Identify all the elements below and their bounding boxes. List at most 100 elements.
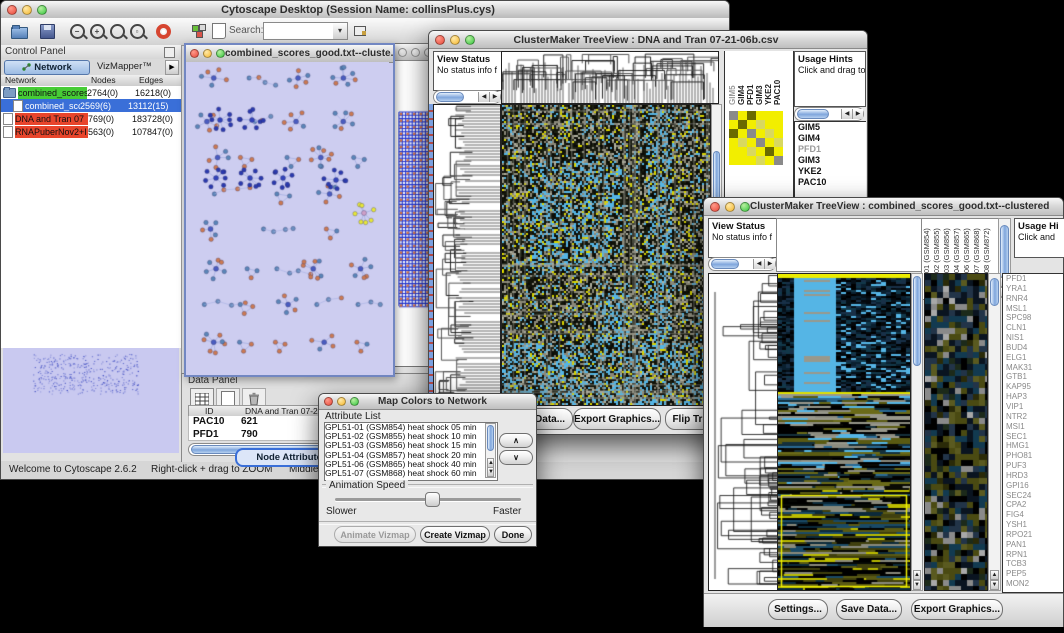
matrix-cell[interactable] [756, 156, 765, 165]
tv1-row-dendrogram[interactable] [433, 104, 501, 406]
matrix-cell[interactable] [756, 111, 765, 120]
matrix-cell[interactable] [747, 138, 756, 147]
gene-column-label[interactable]: GIM4 [737, 57, 746, 105]
matrix-cell[interactable] [756, 129, 765, 138]
tv2-heatmap-canvas[interactable] [777, 273, 911, 591]
search-dropdown-arrow[interactable]: ▾ [333, 22, 348, 40]
table-edit-icon[interactable] [351, 21, 371, 41]
scroll-left-arrow[interactable]: ◀ [478, 92, 489, 102]
gene-label[interactable]: SEC24 [1003, 491, 1063, 501]
network-row-combined-sco-selected[interactable]: combined_sco 2569(6) 13112(15) [1, 99, 181, 112]
tab-overflow-button[interactable]: ▶ [165, 60, 179, 75]
scrollbar-thumb[interactable] [990, 278, 999, 306]
close-button[interactable] [435, 35, 445, 45]
gene-column-label[interactable]: GIM3 [755, 57, 764, 105]
minimize-button[interactable] [725, 202, 735, 212]
matrix-cell[interactable] [765, 147, 774, 156]
gene-label[interactable]: YSH1 [1003, 520, 1063, 530]
tv2-row-dendrogram[interactable] [708, 273, 778, 591]
gene-column-label[interactable]: PAC10 [773, 57, 782, 105]
matrix-cell[interactable] [765, 120, 774, 129]
tv2-column-dendrogram[interactable] [776, 218, 922, 272]
tv2-gene-labels-list[interactable]: PFD1YRA1RNR4MSL1SPC98CLN1NIS1BUD4ELG1MAK… [1002, 273, 1064, 593]
matrix-cell[interactable] [729, 147, 738, 156]
matrix-cell[interactable] [729, 156, 738, 165]
matrix-cell[interactable] [756, 147, 765, 156]
col-edges[interactable]: Edges [139, 75, 163, 85]
network-overview-panel[interactable] [3, 348, 179, 453]
gene-column-label[interactable]: YKE2 [764, 57, 773, 105]
gene-label[interactable]: SEC1 [1003, 432, 1063, 442]
matrix-cell[interactable] [765, 156, 774, 165]
tv2-zoom-heatmap-canvas[interactable] [924, 273, 988, 591]
zoom-button[interactable] [465, 35, 475, 45]
annotation-icon[interactable] [209, 21, 229, 41]
gene-label[interactable]: NTR2 [1003, 412, 1063, 422]
close-button[interactable] [324, 397, 333, 406]
treeview1-titlebar[interactable]: ClusterMaker TreeView : DNA and Tran 07-… [429, 31, 867, 49]
zoom-button[interactable] [216, 49, 225, 58]
scrollbar-thumb[interactable] [487, 425, 494, 451]
minimize-button[interactable] [22, 5, 32, 15]
attribute-list[interactable]: GPL51-01 (GSM854) heat shock 05 min GPL51… [324, 422, 498, 481]
matrix-cell[interactable] [738, 156, 747, 165]
attribute-list-item[interactable]: GPL51-07 (GSM868) heat shock 60 min [325, 469, 497, 478]
close-button[interactable] [710, 202, 720, 212]
matrix-cell[interactable] [729, 129, 738, 138]
matrix-cell[interactable] [747, 147, 756, 156]
animation-speed-slider-thumb[interactable] [425, 492, 440, 507]
tv1-export-graphics-button[interactable]: Export Graphics... [573, 408, 661, 430]
main-title-bar[interactable]: Cytoscape Desktop (Session Name: collins… [1, 1, 729, 19]
matrix-cell[interactable] [774, 156, 783, 165]
matrix-cell[interactable] [729, 111, 738, 120]
scrollbar-thumb[interactable] [913, 276, 921, 366]
tv1-heatmap-canvas[interactable] [501, 104, 711, 406]
gene-label[interactable]: BUD4 [1003, 343, 1063, 353]
minimize-button[interactable] [450, 35, 460, 45]
gene-label[interactable]: TCB3 [1003, 559, 1063, 569]
scroll-right-arrow[interactable]: ▶ [852, 109, 863, 119]
gene-label[interactable]: RPO21 [1003, 530, 1063, 540]
gene-label[interactable]: PFD1 [1003, 274, 1063, 284]
gene-label[interactable]: RNR4 [1003, 294, 1063, 304]
gene-label[interactable]: MAK31 [1003, 363, 1063, 373]
gene-column-label[interactable]: GIM5 [728, 57, 737, 105]
scrollbar-thumb[interactable] [1000, 225, 1009, 279]
minimize-button[interactable] [203, 49, 212, 58]
zoom-button[interactable] [740, 202, 750, 212]
gene-label[interactable]: PAN1 [1003, 540, 1063, 550]
gene-label[interactable]: RPN1 [1003, 550, 1063, 560]
search-input[interactable] [263, 22, 335, 40]
matrix-cell[interactable] [774, 129, 783, 138]
gene-label[interactable]: NIS1 [1003, 333, 1063, 343]
attribute-list-item[interactable]: GPL51-01 (GSM854) heat shock 05 min [325, 423, 497, 432]
scroll-right-arrow[interactable]: ▶ [764, 259, 775, 269]
matrix-cell[interactable] [738, 129, 747, 138]
gene-label[interactable]: KAP95 [1003, 382, 1063, 392]
gene-label[interactable]: YRA1 [1003, 284, 1063, 294]
save-session-icon[interactable] [37, 21, 57, 41]
minimize-button[interactable] [337, 397, 346, 406]
move-up-button[interactable]: ∧ [499, 433, 533, 448]
scroll-up-arrow[interactable]: ▲ [990, 570, 999, 580]
gene-label[interactable]: ELG1 [1003, 353, 1063, 363]
gene-label[interactable]: GPI16 [1003, 481, 1063, 491]
zoom-button[interactable] [350, 397, 359, 406]
attribute-list-item[interactable]: GPL51-04 (GSM857) heat shock 20 min [325, 451, 497, 460]
matrix-cell[interactable] [765, 138, 774, 147]
close-button[interactable] [398, 48, 407, 57]
gene-label[interactable]: CLN1 [1003, 323, 1063, 333]
matrix-cell[interactable] [747, 129, 756, 138]
gene-label[interactable]: PEP5 [1003, 569, 1063, 579]
gene-label[interactable]: MON2 [1003, 579, 1063, 589]
col-network[interactable]: Network [5, 75, 36, 85]
zoom-actual-icon[interactable] [107, 21, 127, 41]
gene-row-label[interactable]: YKE2 [795, 166, 866, 177]
scroll-down-arrow[interactable]: ▼ [990, 580, 999, 590]
gene-label[interactable]: HMG1 [1003, 441, 1063, 451]
float-panel-icon[interactable] [164, 47, 175, 58]
open-file-icon[interactable] [9, 21, 29, 41]
gene-row-label[interactable]: GIM4 [795, 133, 866, 144]
scrollbar-thumb[interactable] [711, 259, 739, 269]
tv2-export-graphics-button[interactable]: Export Graphics... [911, 599, 1003, 620]
